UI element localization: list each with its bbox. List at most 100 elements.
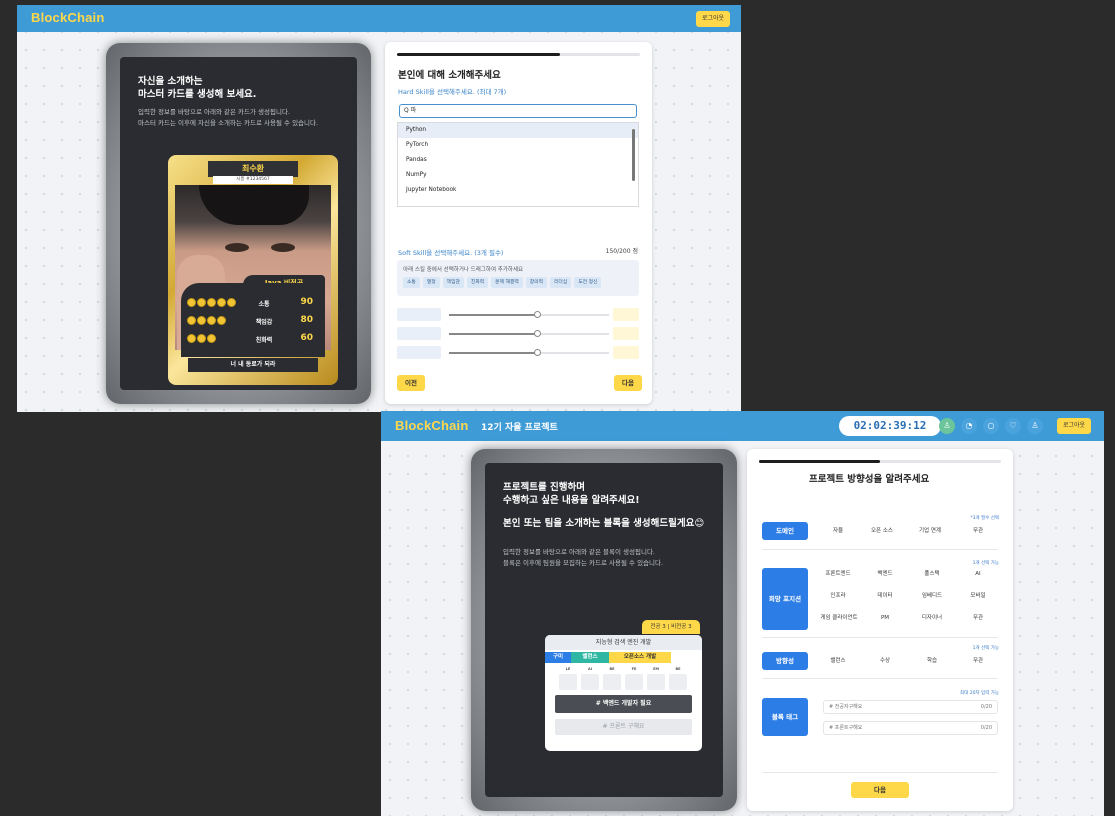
slider-knob[interactable] <box>534 349 541 356</box>
position-option[interactable]: 무관 <box>958 610 998 626</box>
skill-slot[interactable] <box>397 327 441 340</box>
front-tag: # 프론트 구해요 <box>555 719 692 735</box>
panel-desc-line1: 입력한 정보를 바탕으로 아래와 같은 블록이 생성됩니다. <box>503 548 656 556</box>
domain-note: *3개 필수 선택 <box>970 516 999 521</box>
need-backend-tag: # 백엔드 개발자 필요 <box>555 695 692 713</box>
role-column: LE <box>559 667 577 690</box>
logo[interactable]: BlockChain <box>395 418 469 433</box>
role-label: BE <box>675 667 681 671</box>
domain-option[interactable]: 오픈 소스 <box>862 523 902 539</box>
dropdown-option[interactable]: Python <box>398 123 638 138</box>
divider <box>762 772 998 773</box>
position-option[interactable]: 풀스택 <box>912 566 952 582</box>
domain-option[interactable]: 무관 <box>958 523 998 539</box>
tag-note: 최대 20자 입력 가능 <box>960 691 999 696</box>
domain-option[interactable]: 기업 연계 <box>910 523 950 539</box>
logout-button[interactable]: 로그아웃 <box>696 11 731 27</box>
domain-option[interactable]: 자율 <box>818 523 858 539</box>
panel-title-line2: 수행하고 싶은 내용을 알려주세요! <box>503 495 640 506</box>
dropdown-option[interactable]: PyTorch <box>398 138 638 153</box>
top-bar: BlockChain 12기 자율 프로젝트 02:02:39:12 ♙ ◔ ○… <box>381 411 1104 441</box>
intro-form: 본인에 대해 소개해주세요 Hard Skill을 선택해주세요. (최대 7개… <box>385 42 652 404</box>
skill-chip[interactable]: 리더십 <box>550 277 572 288</box>
position-option[interactable]: 인프라 <box>818 588 858 604</box>
card-slogan: 너 내 동료가 되라 <box>188 358 318 372</box>
prev-button[interactable]: 이전 <box>397 375 425 391</box>
position-option[interactable]: 데이터 <box>865 588 905 604</box>
top-bar: BlockChain 로그아웃 <box>17 5 741 32</box>
skill-chip[interactable]: 책임감 <box>442 277 464 288</box>
preview-panel: 프로젝트를 진행하며 수행하고 싶은 내용을 알려주세요! 본인 또는 팀을 소… <box>485 463 723 797</box>
role-label: EM <box>653 667 659 671</box>
divider <box>762 678 998 679</box>
direction-option[interactable]: 무관 <box>958 653 998 669</box>
soft-skill-chips: 소통 열정 책임감 친화력 문제 해결력 창의력 리더십 도전 정신 <box>403 277 602 288</box>
skill-chip[interactable]: 친화력 <box>466 277 489 288</box>
skill-chip[interactable]: 창의력 <box>525 277 547 288</box>
role-columns: LE AI BE FE EM BE <box>559 667 687 690</box>
slider-knob[interactable] <box>534 330 541 337</box>
position-option[interactable]: PM <box>865 610 905 626</box>
dropdown-scrollbar[interactable] <box>632 129 635 181</box>
tag-label[interactable]: 블록 태그 <box>762 698 808 736</box>
soft-skill-label: Soft Skill을 선택해주세요. (3개 필수) <box>398 249 504 257</box>
position-label[interactable]: 희망 포지션 <box>762 568 808 630</box>
skill-chip[interactable]: 도전 정신 <box>574 277 602 288</box>
panel-desc-line1: 입력한 정보를 바탕으로 아래와 같은 카드가 생성됩니다. <box>138 108 291 116</box>
skill-slot[interactable] <box>397 346 441 359</box>
domain-tag: 오픈소스 개발 <box>609 652 671 663</box>
preview-frame: 자신을 소개하는 마스터 카드를 생성해 보세요. 입력한 정보를 바탕으로 아… <box>106 43 371 404</box>
skill-slot[interactable] <box>397 308 441 321</box>
profile-icon[interactable]: ♙ <box>1027 418 1043 434</box>
position-option[interactable]: 임베디드 <box>912 588 952 604</box>
heart-icon[interactable]: ♡ <box>1005 418 1021 434</box>
position-option[interactable]: 프론트엔드 <box>818 566 858 582</box>
project-block: 전공 3 | 비전공 3 지능형 검색 엔진 개발 구미 밸런스 오픈소스 개발… <box>545 620 702 751</box>
slider-knob[interactable] <box>534 311 541 318</box>
skill-chip[interactable]: 문제 해결력 <box>491 277 523 288</box>
countdown-timer: 02:02:39:12 <box>839 416 941 436</box>
chat-icon[interactable]: ○ <box>983 418 999 434</box>
tag-counter: 0/20 <box>980 725 992 731</box>
panel-title-line1: 프로젝트를 진행하며 <box>503 482 585 493</box>
position-option[interactable]: 디자이너 <box>912 610 952 626</box>
next-button[interactable]: 다음 <box>851 782 909 798</box>
position-option[interactable]: AI <box>958 566 998 582</box>
direction-label[interactable]: 방향성 <box>762 652 808 670</box>
dropdown-option[interactable]: Pandas <box>398 153 638 168</box>
logo[interactable]: BlockChain <box>31 10 105 25</box>
position-option[interactable]: 모바일 <box>958 588 998 604</box>
skill-chip[interactable]: 열정 <box>422 277 440 288</box>
direction-option[interactable]: 수상 <box>865 653 905 669</box>
preview-frame: 프로젝트를 진행하며 수행하고 싶은 내용을 알려주세요! 본인 또는 팀을 소… <box>471 449 737 811</box>
block-title: 지능형 검색 엔진 개발 <box>545 635 702 650</box>
stat-dots <box>187 316 226 325</box>
project-name: 12기 자율 프로젝트 <box>481 423 558 433</box>
dropdown-option[interactable]: Jupyter Notebook <box>398 183 638 198</box>
role-column: BE <box>669 667 687 690</box>
position-option[interactable]: 백엔드 <box>865 566 905 582</box>
bell-icon[interactable]: ◔ <box>961 418 977 434</box>
logout-button[interactable]: 로그아웃 <box>1057 418 1092 434</box>
soft-skill-box: 아래 스킬 중에서 선택하거나 드래그하여 추가하세요 소통 열정 책임감 친화… <box>397 260 639 296</box>
block-tag-input[interactable]: # 프론트구해요 0/20 <box>823 721 998 735</box>
skill-chip[interactable]: 소통 <box>403 277 420 288</box>
dropdown-option[interactable]: NumPy <box>398 168 638 183</box>
block-tag-input[interactable]: # 전공자구해요 0/20 <box>823 700 998 714</box>
card-stats: 소통 90 책임감 80 친화력 60 <box>181 283 325 357</box>
skill-slider[interactable] <box>449 349 541 356</box>
skill-slider[interactable] <box>449 311 541 318</box>
direction-option[interactable]: 학습 <box>912 653 952 669</box>
hard-skill-search-input[interactable]: Q 파 <box>399 104 637 118</box>
direction-option[interactable]: 밸런스 <box>818 653 858 669</box>
role-slot <box>669 674 687 690</box>
form-title: 본인에 대해 소개해주세요 <box>398 70 501 81</box>
domain-label[interactable]: 도메인 <box>762 522 808 540</box>
user-icon[interactable]: ♙ <box>939 418 955 434</box>
skill-slider[interactable] <box>449 330 541 337</box>
next-button[interactable]: 다음 <box>614 375 642 391</box>
tag-counter: 0/20 <box>980 704 992 710</box>
position-option[interactable]: 게임 클라이언트 <box>815 610 863 626</box>
stat-row: 소통 90 <box>187 297 317 309</box>
role-slot <box>559 674 577 690</box>
